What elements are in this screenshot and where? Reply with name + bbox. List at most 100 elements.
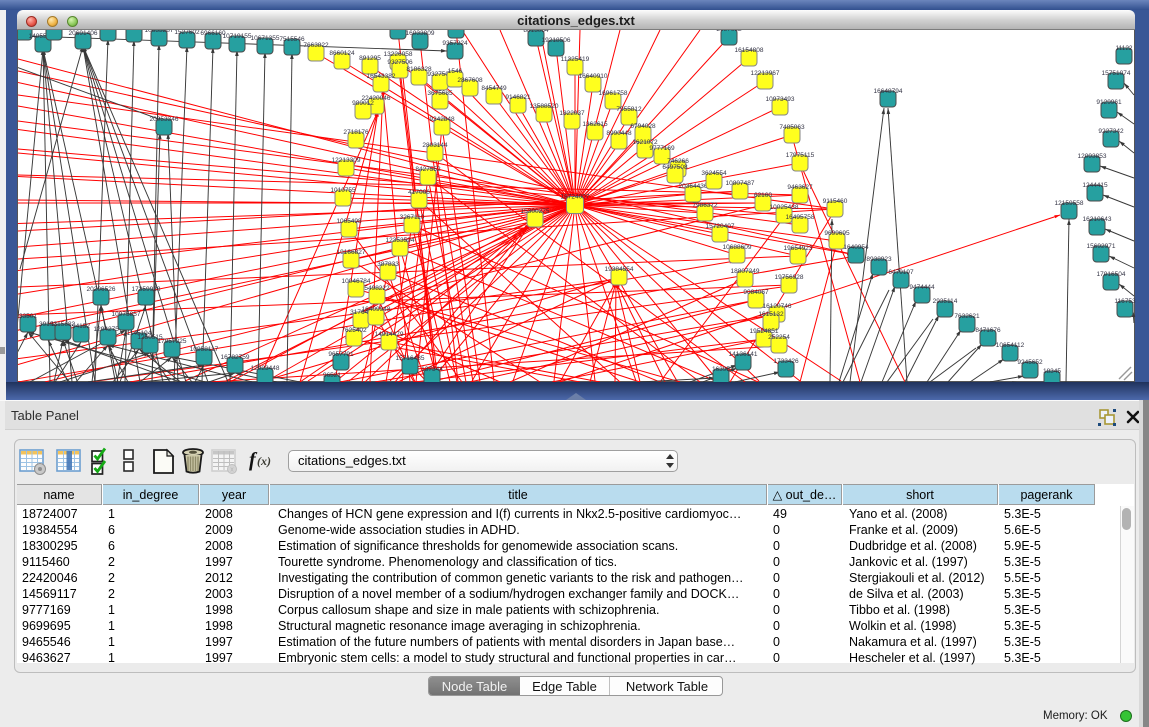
svg-text:3675685: 3675685 xyxy=(427,90,453,97)
svg-text:252254: 252254 xyxy=(768,334,790,341)
svg-text:9115460: 9115460 xyxy=(823,198,848,205)
svg-text:16154808: 16154808 xyxy=(735,47,764,54)
svg-text:1244415: 1244415 xyxy=(1082,182,1108,189)
svg-text:7663822: 7663822 xyxy=(303,42,329,49)
svg-text:10046784: 10046784 xyxy=(342,278,371,285)
svg-text:7632621: 7632621 xyxy=(954,313,980,320)
svg-text:x: x xyxy=(230,467,234,474)
svg-text:1640954: 1640954 xyxy=(843,244,869,251)
svg-text:2637682: 2637682 xyxy=(716,30,742,33)
svg-text:8427552: 8427552 xyxy=(415,166,441,173)
svg-text:9357224: 9357224 xyxy=(442,40,468,47)
svg-text:10025438: 10025438 xyxy=(770,204,799,211)
svg-text:6497508: 6497508 xyxy=(662,164,688,171)
svg-text:2867608: 2867608 xyxy=(457,77,483,84)
svg-text:12093853: 12093853 xyxy=(1078,153,1107,160)
svg-text:8813054: 8813054 xyxy=(523,30,549,34)
svg-text:12213967: 12213967 xyxy=(751,70,780,77)
svg-text:1733426: 1733426 xyxy=(773,358,799,365)
svg-text:8454749: 8454749 xyxy=(481,85,507,92)
svg-text:8660124: 8660124 xyxy=(329,50,355,57)
svg-text:16033809: 16033809 xyxy=(406,30,435,37)
svg-text:9474444: 9474444 xyxy=(909,284,935,291)
svg-text:9084067: 9084067 xyxy=(743,289,769,296)
svg-text:9242848: 9242848 xyxy=(429,116,455,123)
svg-text:12353594: 12353594 xyxy=(386,237,415,244)
svg-text:17975115: 17975115 xyxy=(786,152,815,159)
svg-text:16495758: 16495758 xyxy=(786,214,815,221)
svg-text:9129961: 9129961 xyxy=(1096,99,1122,106)
svg-text:16409948: 16409948 xyxy=(362,306,391,313)
svg-text:15751074: 15751074 xyxy=(1102,70,1131,77)
svg-text:(x): (x) xyxy=(257,454,271,468)
svg-text:7955812: 7955812 xyxy=(616,106,642,113)
svg-text:16648794: 16648794 xyxy=(874,88,903,95)
svg-text:19756928: 19756928 xyxy=(775,274,804,281)
svg-text:7986372: 7986372 xyxy=(692,202,718,209)
svg-text:9657791: 9657791 xyxy=(328,351,354,358)
svg-text:5498222: 5498222 xyxy=(364,285,390,292)
svg-text:15720407: 15720407 xyxy=(706,223,735,230)
svg-text:9245652: 9245652 xyxy=(1017,359,1043,366)
svg-text:1615132: 1615132 xyxy=(758,311,784,318)
svg-text:1362615: 1362615 xyxy=(582,121,608,128)
svg-text:891295: 891295 xyxy=(359,55,381,62)
svg-text:7625402: 7625402 xyxy=(341,327,367,334)
svg-text:7485063: 7485063 xyxy=(779,124,805,131)
svg-text:15692971: 15692971 xyxy=(1087,243,1116,250)
svg-text:16961758: 16961758 xyxy=(599,90,628,97)
svg-text:11325419: 11325419 xyxy=(561,56,590,63)
svg-text:18724007: 18724007 xyxy=(561,194,590,201)
svg-text:387833: 387833 xyxy=(377,261,399,268)
svg-text:16120746: 16120746 xyxy=(763,303,792,310)
svg-text:1822037: 1822037 xyxy=(559,110,585,117)
svg-text:17016504: 17016504 xyxy=(1097,271,1126,278)
svg-text:12159558: 12159558 xyxy=(1055,200,1084,207)
svg-text:19218506: 19218506 xyxy=(542,37,571,44)
svg-text:62160: 62160 xyxy=(754,192,772,199)
svg-text:9699695: 9699695 xyxy=(824,230,850,237)
svg-text:10654112: 10654112 xyxy=(996,342,1025,349)
svg-text:13226058: 13226058 xyxy=(384,51,413,58)
svg-text:14914479: 14914479 xyxy=(375,331,404,338)
svg-text:137344: 137344 xyxy=(421,366,443,373)
svg-text:8471676: 8471676 xyxy=(975,327,1001,334)
svg-text:2803144: 2803144 xyxy=(422,142,448,149)
svg-text:10807487: 10807487 xyxy=(726,180,755,187)
svg-text:19384554: 19384554 xyxy=(605,266,634,273)
svg-text:11122: 11122 xyxy=(1115,45,1132,52)
svg-text:9777169: 9777169 xyxy=(649,145,675,152)
svg-text:13588520: 13588520 xyxy=(530,103,559,110)
svg-text:989012: 989012 xyxy=(352,100,374,107)
svg-text:2718176: 2718176 xyxy=(343,129,369,136)
svg-text:20364436: 20364436 xyxy=(679,183,708,190)
svg-text:6794028: 6794028 xyxy=(630,123,656,130)
svg-text:1065498: 1065498 xyxy=(336,218,362,225)
svg-text:6479197: 6479197 xyxy=(888,269,914,276)
svg-text:12213309: 12213309 xyxy=(332,157,361,164)
svg-text:16210643: 16210643 xyxy=(1083,216,1112,223)
svg-text:19654923: 19654923 xyxy=(784,245,813,252)
svg-text:19166827: 19166827 xyxy=(337,249,366,256)
svg-text:96521: 96521 xyxy=(323,372,341,379)
svg-text:3624554: 3624554 xyxy=(701,170,727,177)
svg-text:9463627: 9463627 xyxy=(787,184,813,191)
svg-text:16395: 16395 xyxy=(712,366,730,373)
svg-text:10973493: 10973493 xyxy=(766,96,795,103)
svg-text:14136141: 14136141 xyxy=(729,351,758,358)
svg-text:8938923: 8938923 xyxy=(866,256,892,263)
svg-text:9227342: 9227342 xyxy=(1098,128,1124,135)
svg-text:9327506: 9327506 xyxy=(387,59,413,66)
svg-text:417006: 417006 xyxy=(408,189,430,196)
svg-text:8990448: 8990448 xyxy=(606,130,632,137)
svg-text:15300275: 15300275 xyxy=(521,208,550,215)
svg-text:2935114: 2935114 xyxy=(933,298,958,305)
svg-text:15716485: 15716485 xyxy=(396,355,425,362)
svg-text:116753: 116753 xyxy=(1114,298,1136,305)
svg-text:9146821: 9146821 xyxy=(505,94,531,101)
svg-text:18807249: 18807249 xyxy=(731,268,760,275)
svg-text:3267110: 3267110 xyxy=(400,214,425,221)
svg-text:16543382: 16543382 xyxy=(367,73,396,80)
svg-text:1010755: 1010755 xyxy=(330,187,356,194)
svg-text:16640910: 16640910 xyxy=(579,73,608,80)
